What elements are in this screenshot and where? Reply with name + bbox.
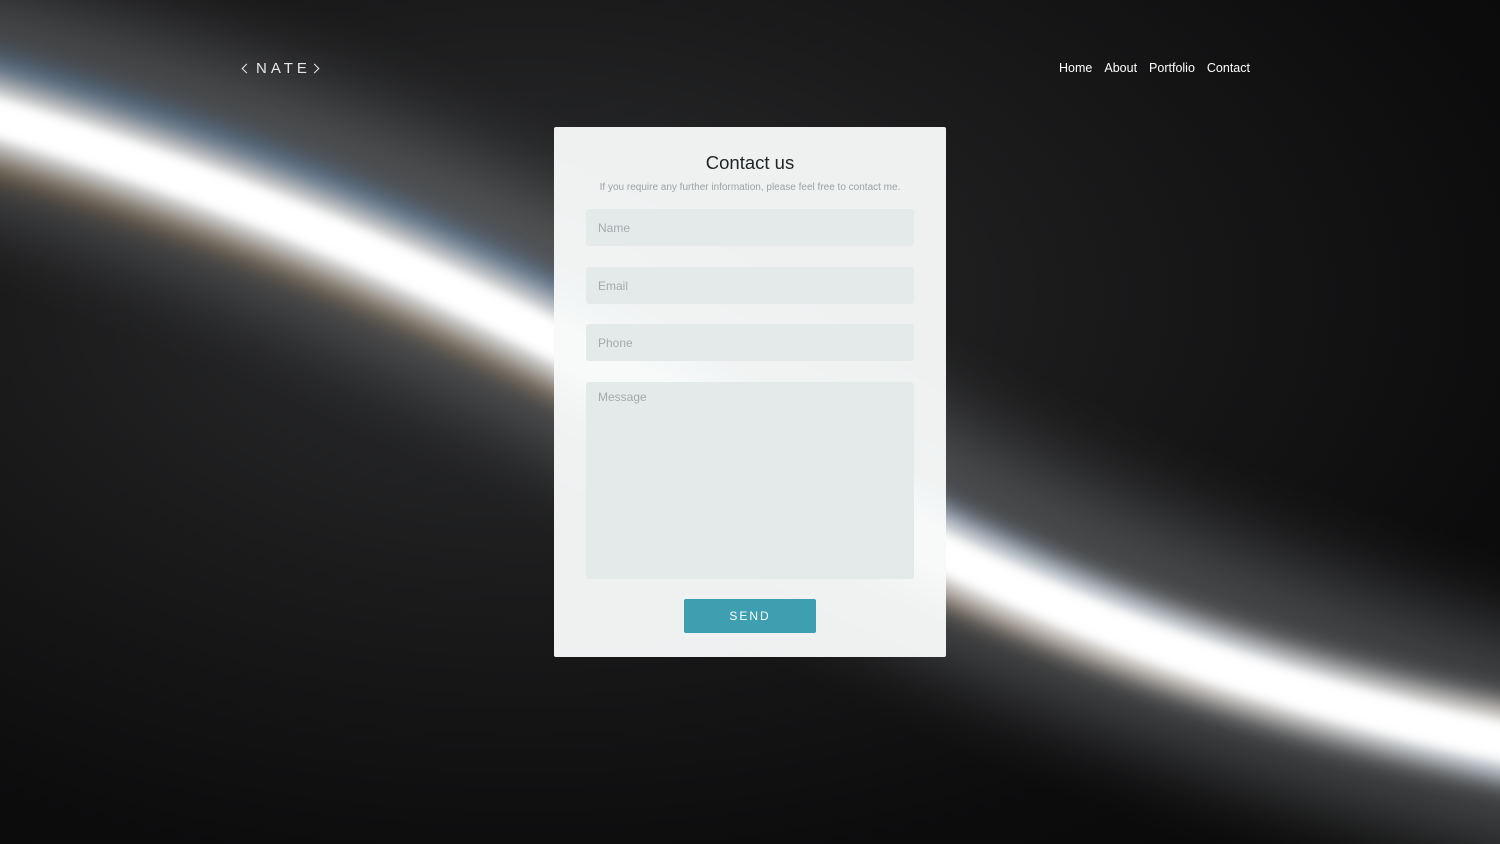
page-background: NATE Home About Portfolio Contact Contac…: [0, 0, 1500, 844]
email-input[interactable]: [586, 267, 914, 304]
nav-portfolio-link[interactable]: Portfolio: [1149, 61, 1195, 75]
form-title: Contact us: [705, 152, 795, 173]
phone-input[interactable]: [586, 324, 914, 361]
chevron-left-icon: [241, 63, 252, 74]
nav-about-link[interactable]: About: [1104, 61, 1137, 75]
main-nav: Home About Portfolio Contact: [1059, 61, 1250, 75]
nav-home-link[interactable]: Home: [1059, 61, 1092, 75]
message-textarea[interactable]: [586, 382, 914, 579]
logo[interactable]: NATE: [241, 60, 320, 77]
chevron-right-icon: [309, 63, 320, 74]
nav-contact-link[interactable]: Contact: [1207, 61, 1250, 75]
contact-form-card: Contact us If you require any further in…: [554, 127, 946, 657]
name-input[interactable]: [586, 209, 914, 246]
logo-text: NATE: [256, 60, 311, 77]
send-button[interactable]: SEND: [684, 599, 816, 633]
form-subtitle: If you require any further information, …: [599, 182, 901, 193]
